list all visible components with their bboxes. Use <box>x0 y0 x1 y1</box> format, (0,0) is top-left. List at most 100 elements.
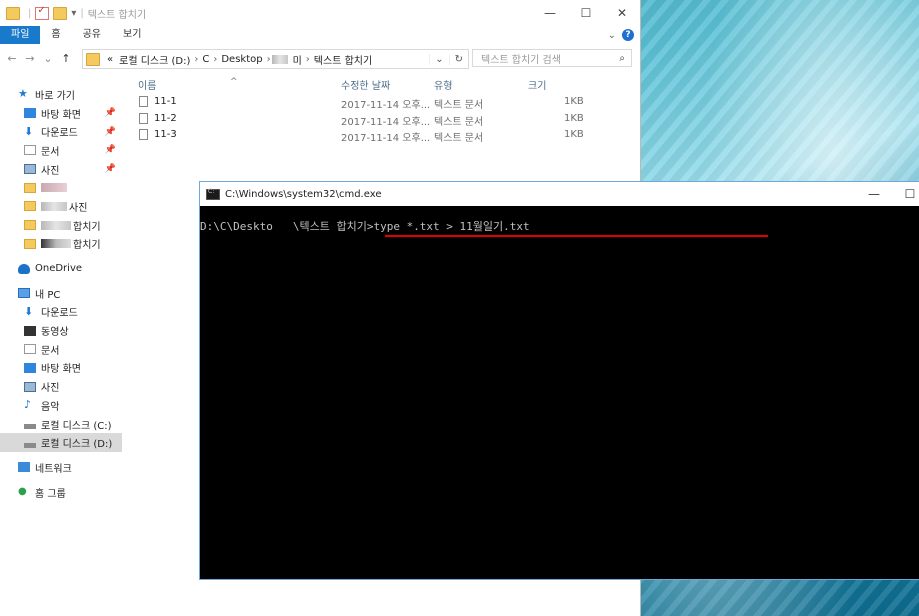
refresh-icon[interactable]: ↻ <box>448 53 468 65</box>
file-name: 11-3 <box>154 129 177 140</box>
nav-label: 홈 그룹 <box>35 488 66 500</box>
column-date[interactable]: 수정한 날짜 <box>341 77 390 92</box>
search-box[interactable]: 텍스트 합치기 검색 ⌕ <box>472 49 632 67</box>
network-icon <box>18 462 30 473</box>
nav-pc-pictures[interactable]: 사진 <box>0 377 122 396</box>
cmd-path-prefix: D:\C\Deskto <box>200 220 273 233</box>
folder-icon <box>24 238 36 249</box>
pin-icon[interactable]: 📌 <box>105 145 116 155</box>
desktop-icon <box>24 108 36 119</box>
cmd-icon <box>206 188 220 200</box>
nav-qa-documents[interactable]: 문서 📌 <box>0 141 122 160</box>
nav-qa-desktop[interactable]: 바탕 화면 📌 <box>0 104 122 123</box>
nav-label: 문서 <box>41 146 60 158</box>
nav-network[interactable]: 네트워크 <box>0 458 122 477</box>
address-dropdown-icon[interactable]: ⌄ <box>429 53 448 65</box>
column-name[interactable]: 이름 <box>138 77 156 92</box>
cmd-title: C:\Windows\system32\cmd.exe <box>225 188 382 200</box>
nav-folder-photos[interactable]: 사진 <box>0 197 122 216</box>
nav-label: 네트워크 <box>35 463 72 475</box>
ribbon-tabs: 파일 홈 공유 보기 ⌄ ? <box>0 26 640 44</box>
breadcrumb-current[interactable]: 텍스트 합치기 <box>311 52 375 67</box>
folder-icon <box>86 52 100 66</box>
file-row[interactable]: 11-1 2017-11-14 오후... 텍스트 문서 1KB <box>122 94 640 111</box>
nav-folder-merge-2[interactable]: 합치기 <box>0 235 122 254</box>
ribbon-expand-icon[interactable]: ⌄ <box>608 30 616 41</box>
nav-label: 합치기 <box>73 240 101 252</box>
checkbox-icon[interactable] <box>35 5 50 20</box>
tab-file[interactable]: 파일 <box>0 26 41 44</box>
nav-folder-redacted[interactable] <box>0 178 122 197</box>
nav-drive-c[interactable]: 로컬 디스크 (C:) <box>0 415 122 434</box>
minimize-button[interactable]: — <box>532 0 568 26</box>
nav-label: 로컬 디스크 (D:) <box>41 439 113 451</box>
breadcrumb-desktop[interactable]: Desktop <box>218 54 265 65</box>
tab-share[interactable]: 공유 <box>72 26 112 44</box>
nav-label: 바로 가기 <box>35 90 75 102</box>
recent-dropdown-icon[interactable]: ⌄ <box>42 52 54 65</box>
pin-icon[interactable]: 📌 <box>105 164 116 174</box>
column-size[interactable]: 크기 <box>528 77 546 92</box>
tab-home[interactable]: 홈 <box>40 26 71 44</box>
nav-quick-access[interactable]: ★ 바로 가기 <box>0 85 122 104</box>
nav-label: 다운로드 <box>41 308 78 320</box>
nav-qa-pictures[interactable]: 사진 📌 <box>0 160 122 179</box>
nav-this-pc[interactable]: 내 PC <box>0 284 122 303</box>
column-headers: ^ 이름 수정한 날짜 유형 크기 <box>122 70 640 94</box>
pin-icon[interactable]: 📌 <box>105 127 116 137</box>
address-bar[interactable]: « 로컬 디스크 (D:) › C › Desktop › 미 › 텍스트 합치… <box>82 49 469 69</box>
nav-pc-music[interactable]: ♪ 음악 <box>0 396 122 415</box>
cmd-titlebar[interactable]: C:\Windows\system32\cmd.exe — ☐ <box>200 182 919 206</box>
pc-icon <box>18 288 30 299</box>
up-arrow-icon[interactable]: ↑ <box>60 52 72 65</box>
nav-qa-downloads[interactable]: ⬇ 다운로드 📌 <box>0 122 122 141</box>
column-type[interactable]: 유형 <box>434 77 452 92</box>
cloud-icon <box>18 263 30 274</box>
back-arrow-icon[interactable]: ← <box>6 52 18 65</box>
nav-pc-downloads[interactable]: ⬇ 다운로드 <box>0 303 122 322</box>
download-icon: ⬇ <box>24 304 34 318</box>
search-icon[interactable]: ⌕ <box>619 53 625 64</box>
file-row[interactable]: 11-3 2017-11-14 오후... 텍스트 문서 1KB <box>122 127 640 144</box>
file-row[interactable]: 11-2 2017-11-14 오후... 텍스트 문서 1KB <box>122 111 640 128</box>
text-file-icon <box>139 96 148 107</box>
nav-pc-videos[interactable]: 동영상 <box>0 321 122 340</box>
pin-icon[interactable]: 📌 <box>105 108 116 118</box>
quick-access-dropdown-icon[interactable]: ▾ <box>71 8 76 19</box>
nav-label: 바탕 화면 <box>41 364 81 376</box>
cmd-maximize-button[interactable]: ☐ <box>892 187 919 201</box>
folder-icon <box>24 201 36 212</box>
cmd-window[interactable]: C:\Windows\system32\cmd.exe — ☐ D:\C\Des… <box>199 181 919 580</box>
nav-label: OneDrive <box>35 263 83 275</box>
drive-icon <box>24 424 36 430</box>
nav-label: 사진 <box>41 383 60 395</box>
breadcrumb-c[interactable]: C <box>199 54 212 65</box>
forward-arrow-icon[interactable]: → <box>24 52 36 65</box>
cmd-minimize-button[interactable]: — <box>856 187 892 201</box>
close-button[interactable]: ✕ <box>604 0 640 26</box>
window-title: 텍스트 합치기 <box>87 9 147 21</box>
tab-view[interactable]: 보기 <box>112 26 152 44</box>
redacted-name <box>41 239 71 249</box>
nav-pc-desktop[interactable]: 바탕 화면 <box>0 359 122 378</box>
breadcrumb-overflow[interactable]: « <box>104 54 116 65</box>
cmd-path-tail: \텍스트 합치기> <box>292 220 374 233</box>
nav-pc-documents[interactable]: 문서 <box>0 340 122 359</box>
help-icon[interactable]: ? <box>622 29 634 41</box>
breadcrumb-drive-d[interactable]: 로컬 디스크 (D:) <box>116 52 193 67</box>
nav-onedrive[interactable]: OneDrive <box>0 259 122 278</box>
maximize-button[interactable]: ☐ <box>568 0 604 26</box>
file-list: ^ 이름 수정한 날짜 유형 크기 11-1 2017-11-14 오후... … <box>122 70 640 144</box>
breadcrumb-redacted-folder[interactable]: 미 <box>290 52 305 67</box>
file-type: 텍스트 문서 <box>434 133 484 144</box>
nav-label: 문서 <box>41 345 60 357</box>
nav-label: 내 PC <box>35 289 61 301</box>
folder-icon <box>24 220 36 231</box>
sort-up-icon: ^ <box>230 77 238 87</box>
nav-homegroup[interactable]: ● 홈 그룹 <box>0 483 122 502</box>
nav-label: 합치기 <box>73 221 101 233</box>
nav-drive-d[interactable]: 로컬 디스크 (D:) <box>0 433 122 453</box>
pictures-icon <box>24 164 36 175</box>
nav-folder-merge-1[interactable]: 합치기 <box>0 216 122 235</box>
new-folder-icon[interactable] <box>53 6 68 20</box>
